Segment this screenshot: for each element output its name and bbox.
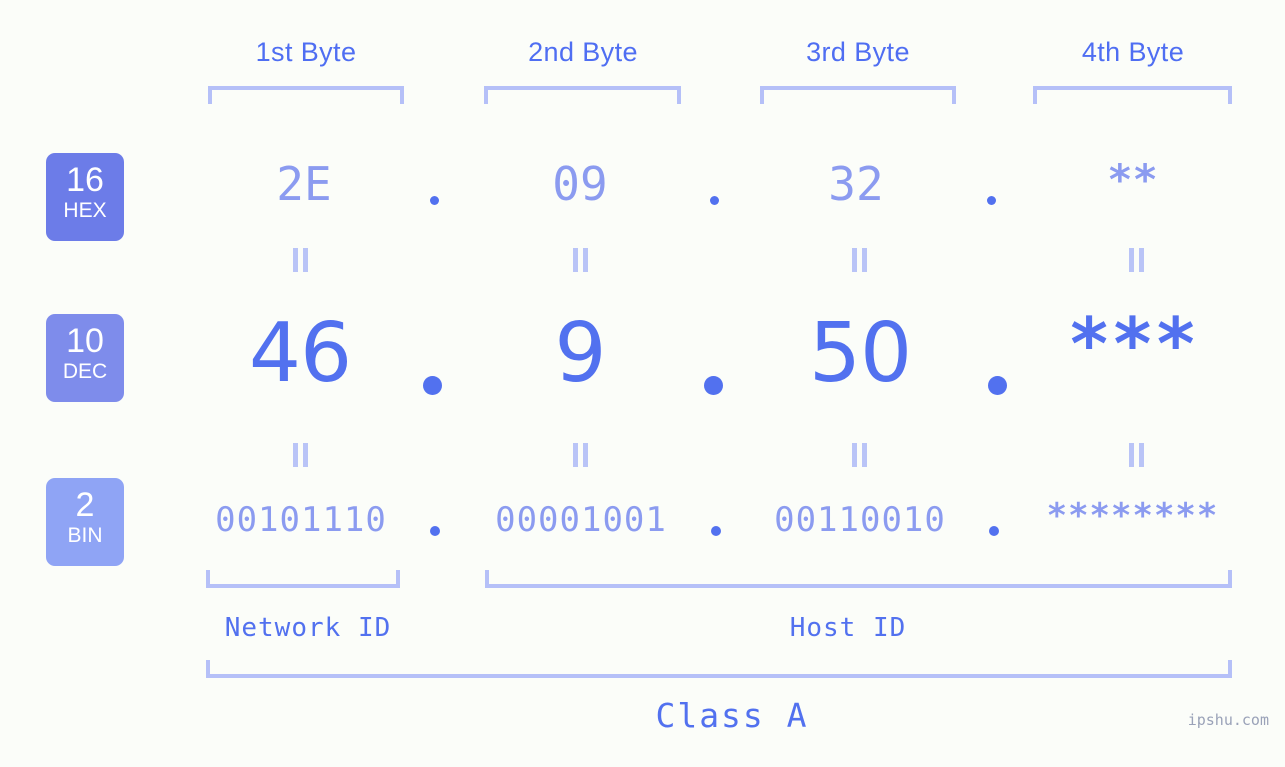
base-badge-dec-name: DEC (62, 360, 108, 383)
dec-byte-value-1: 46 (248, 306, 352, 401)
hex-dot-separator-2 (710, 196, 719, 205)
bin-dot-separator-3 (989, 526, 999, 536)
base-badge-hex-number: 16 (66, 161, 104, 199)
hex-dot-separator-3 (987, 196, 996, 205)
base-badge-bin-number: 2 (75, 486, 95, 524)
bin-byte-value-3: 00110010 (774, 500, 946, 540)
class-bracket (206, 660, 1232, 678)
bin-dot-separator-1 (430, 526, 440, 536)
byte-bracket-top-3 (760, 86, 956, 104)
network-id-label: Network ID (224, 613, 392, 643)
byte-header-label-2: 2nd Byte (528, 37, 638, 67)
base-badge-dec-number: 10 (66, 322, 104, 360)
byte-bracket-top-4 (1033, 86, 1232, 104)
byte-bracket-top-1 (208, 86, 404, 104)
watermark-label: ipshu.com (1187, 711, 1269, 729)
host-id-label: Host ID (789, 613, 907, 643)
equals-marker-hex-dec-4 (1128, 248, 1145, 272)
dec-dot-separator-2 (704, 376, 723, 395)
base-badge-bin: 2 BIN (46, 478, 124, 566)
dec-dot-separator-1 (423, 376, 442, 395)
byte-header-label-3: 3rd Byte (806, 37, 910, 67)
equals-marker-dec-bin-3 (851, 443, 868, 467)
equals-marker-hex-dec-3 (851, 248, 868, 272)
hex-byte-value-1: 2E (276, 157, 332, 211)
dec-byte-value-2: 9 (554, 306, 606, 401)
bin-dot-separator-2 (711, 526, 721, 536)
equals-marker-dec-bin-2 (572, 443, 589, 467)
equals-marker-hex-dec-2 (572, 248, 589, 272)
dec-byte-value-3: 50 (808, 306, 912, 401)
ip-address-breakdown-diagram: 1st Byte 2nd Byte 3rd Byte 4th Byte 16 H… (0, 0, 1285, 767)
base-badge-bin-name: BIN (67, 524, 103, 547)
hex-byte-value-4: ** (1107, 155, 1158, 204)
base-badge-hex: 16 HEX (46, 153, 124, 241)
byte-bracket-top-2 (484, 86, 681, 104)
equals-marker-dec-bin-4 (1128, 443, 1145, 467)
dec-byte-value-4: *** (1067, 302, 1198, 386)
dec-dot-separator-3 (988, 376, 1007, 395)
byte-header-label-1: 1st Byte (255, 37, 357, 67)
equals-marker-dec-bin-1 (292, 443, 309, 467)
byte-header-label-4: 4th Byte (1081, 37, 1185, 67)
bin-byte-value-4: ******** (1046, 496, 1219, 536)
base-badge-hex-name: HEX (63, 199, 107, 222)
host-id-bracket (485, 570, 1232, 588)
bin-byte-value-1: 00101110 (215, 500, 387, 540)
network-id-bracket (206, 570, 400, 588)
class-label: Class A (655, 696, 809, 735)
hex-byte-value-2: 09 (552, 157, 608, 211)
base-badge-dec: 10 DEC (46, 314, 124, 402)
hex-dot-separator-1 (430, 196, 439, 205)
hex-byte-value-3: 32 (828, 157, 884, 211)
bin-byte-value-2: 00001001 (495, 500, 667, 540)
equals-marker-hex-dec-1 (292, 248, 309, 272)
